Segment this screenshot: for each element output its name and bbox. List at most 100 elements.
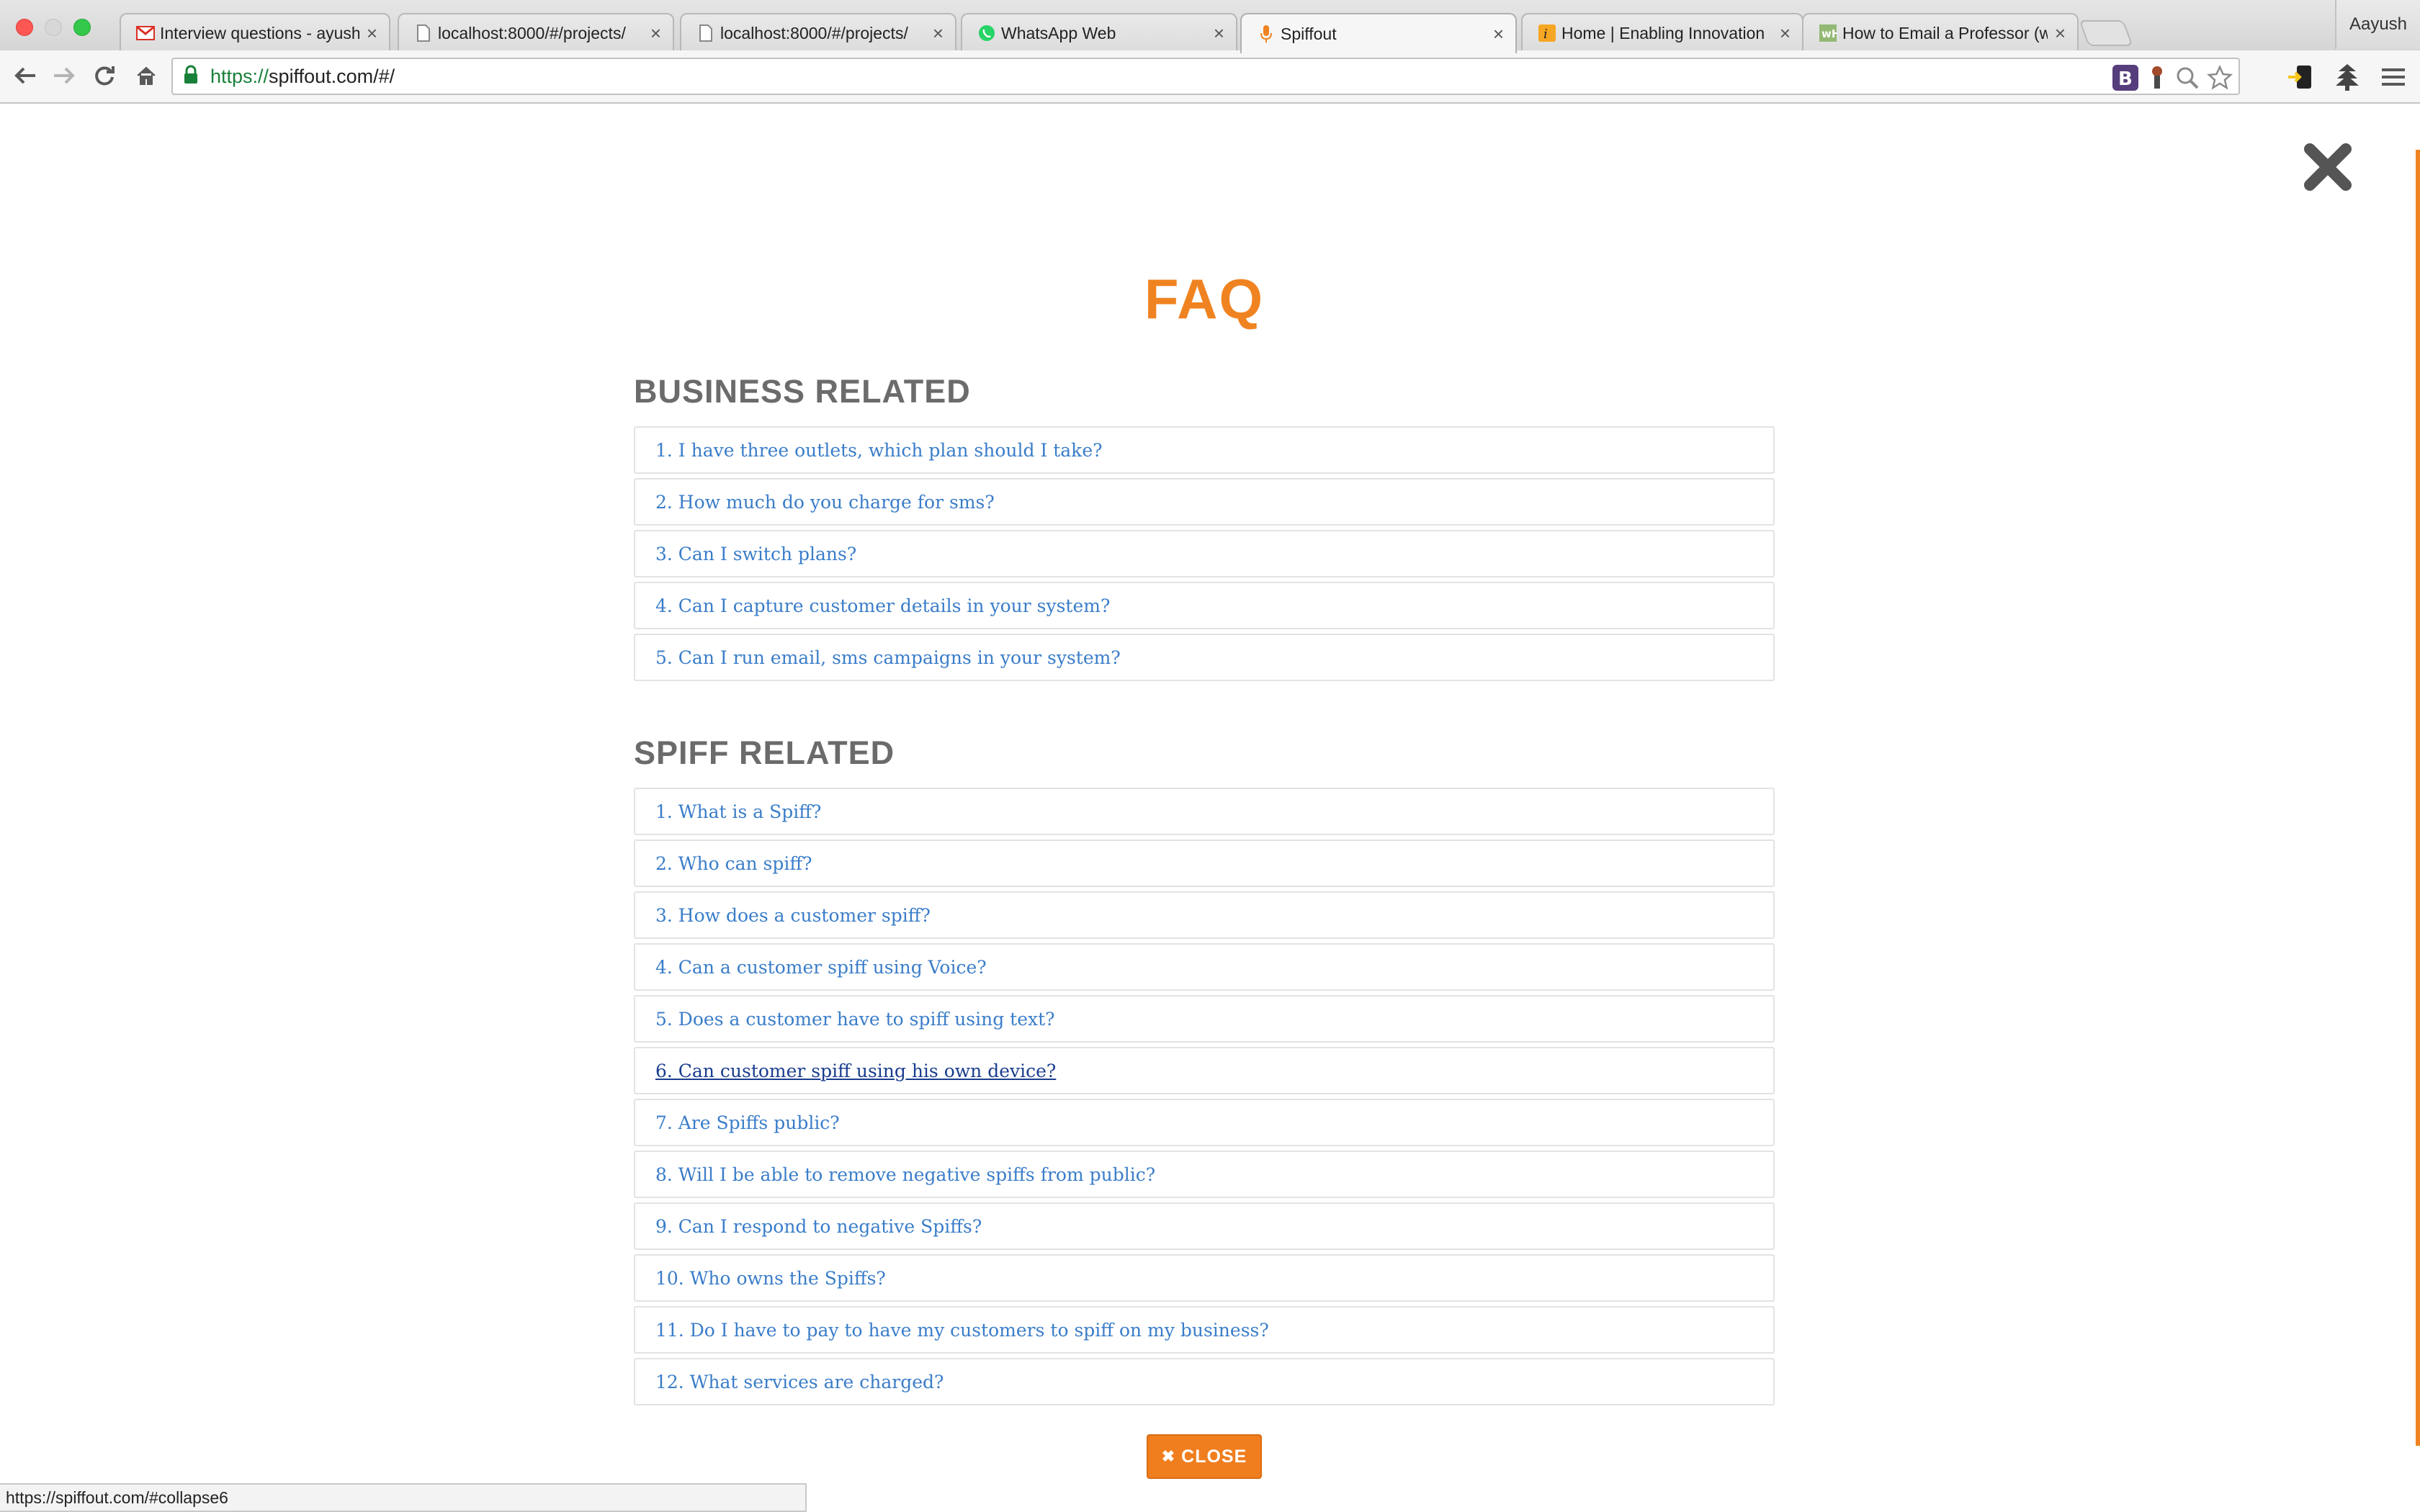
browser-tab-whatsapp[interactable]: WhatsApp Web × xyxy=(961,13,1237,52)
faq-question-link[interactable]: 1. What is a Spiff? xyxy=(655,801,821,822)
svg-text:wH: wH xyxy=(1821,27,1837,40)
bookmark-star-icon[interactable] xyxy=(2206,64,2233,94)
close-button[interactable]: ✖ CLOSE xyxy=(1147,1434,1262,1479)
faq-item[interactable]: 5. Can I run email, sms campaigns in you… xyxy=(634,634,1775,681)
tab-title: localhost:8000/#/projects/ xyxy=(720,23,908,42)
page-icon xyxy=(696,23,716,43)
tab-title: Home | Enabling Innovation xyxy=(1561,23,1765,42)
faq-item[interactable]: 2. How much do you charge for sms? xyxy=(634,478,1775,526)
tab-close-icon[interactable]: × xyxy=(2055,24,2066,42)
browser-tab-innovation[interactable]: i Home | Enabling Innovation × xyxy=(1521,13,1803,52)
zoom-icon[interactable] xyxy=(2175,66,2200,94)
key-extension-icon[interactable] xyxy=(2283,59,2319,95)
business-section-heading: BUSINESS RELATED xyxy=(634,373,971,410)
faq-question-link[interactable]: 3. How does a customer spiff? xyxy=(655,905,931,926)
home-icon xyxy=(137,66,156,85)
faq-item[interactable]: 12. What services are charged? xyxy=(634,1358,1775,1405)
faq-question-link[interactable]: 10. Who owns the Spiffs? xyxy=(655,1268,886,1289)
browser-tab-wikihow[interactable]: wH How to Email a Professor (w × xyxy=(1802,13,2079,52)
innovation-icon: i xyxy=(1537,23,1557,43)
tab-title: Interview questions - ayush xyxy=(160,23,359,42)
menu-hamburger-icon[interactable] xyxy=(2375,59,2411,95)
address-bar[interactable]: https://spiffout.com/#/ B xyxy=(171,58,2240,95)
tab-close-icon[interactable]: × xyxy=(1780,24,1791,42)
faq-item[interactable]: 3. Can I switch plans? xyxy=(634,530,1775,577)
tab-close-icon[interactable]: × xyxy=(650,24,661,42)
faq-question-link[interactable]: 7. Are Spiffs public? xyxy=(655,1112,840,1133)
browser-toolbar: https://spiffout.com/#/ B xyxy=(0,50,2420,104)
faq-item[interactable]: 1. I have three outlets, which plan shou… xyxy=(634,426,1775,474)
tab-title: How to Email a Professor (w xyxy=(1842,23,2048,42)
new-tab-button[interactable] xyxy=(2079,20,2133,46)
back-arrow-icon xyxy=(14,67,35,84)
faq-item[interactable]: 2. Who can spiff? xyxy=(634,840,1775,887)
faq-question-link[interactable]: 5. Can I run email, sms campaigns in you… xyxy=(655,647,1121,668)
reload-icon xyxy=(95,66,115,86)
window-zoom-button[interactable] xyxy=(73,19,91,36)
svg-text:i: i xyxy=(1543,27,1548,42)
faq-item[interactable]: 10. Who owns the Spiffs? xyxy=(634,1254,1775,1302)
tree-extension-icon[interactable] xyxy=(2329,59,2365,95)
modal-close-icon[interactable] xyxy=(2300,140,2355,194)
faq-item[interactable]: 11. Do I have to pay to have my customer… xyxy=(634,1306,1775,1354)
bootstrap-extension-icon[interactable]: B xyxy=(2112,64,2139,95)
url-text: https://spiffout.com/#/ xyxy=(210,65,395,87)
spiffout-icon xyxy=(1256,24,1276,44)
page-icon xyxy=(413,23,434,43)
faq-item[interactable]: 3. How does a customer spiff? xyxy=(634,891,1775,939)
faq-question-link[interactable]: 11. Do I have to pay to have my customer… xyxy=(655,1320,1269,1341)
tab-title: WhatsApp Web xyxy=(1001,23,1116,42)
page-scrollbar[interactable] xyxy=(2416,150,2420,1446)
faq-item[interactable]: 1. What is a Spiff? xyxy=(634,788,1775,835)
faq-item[interactable]: 8. Will I be able to remove negative spi… xyxy=(634,1151,1775,1198)
faq-question-link[interactable]: 3. Can I switch plans? xyxy=(655,544,856,564)
home-button[interactable] xyxy=(128,58,164,94)
gmail-icon xyxy=(135,23,156,43)
tab-close-icon[interactable]: × xyxy=(1214,24,1224,42)
window-minimize-button[interactable] xyxy=(45,19,62,36)
browser-tab-spiffout[interactable]: Spiffout × xyxy=(1240,13,1517,53)
faq-question-link[interactable]: 5. Does a customer have to spiff using t… xyxy=(655,1009,1055,1030)
faq-item[interactable]: 4. Can I capture customer details in you… xyxy=(634,582,1775,629)
faq-item[interactable]: 6. Can customer spiff using his own devi… xyxy=(634,1047,1775,1094)
faq-question-link[interactable]: 2. Who can spiff? xyxy=(655,853,812,874)
faq-question-link[interactable]: 1. I have three outlets, which plan shou… xyxy=(655,440,1103,461)
reload-button[interactable] xyxy=(86,58,122,94)
profile-button[interactable]: Aayush xyxy=(2335,0,2420,49)
browser-tab-localhost-1[interactable]: localhost:8000/#/projects/ × xyxy=(398,13,674,52)
browser-tab-localhost-2[interactable]: localhost:8000/#/projects/ × xyxy=(680,13,956,52)
faq-question-link[interactable]: 9. Can I respond to negative Spiffs? xyxy=(655,1216,982,1237)
faq-question-link[interactable]: 4. Can I capture customer details in you… xyxy=(655,595,1110,616)
whatsapp-icon xyxy=(977,23,997,43)
faq-item[interactable]: 5. Does a customer have to spiff using t… xyxy=(634,995,1775,1043)
tab-close-icon[interactable]: × xyxy=(367,24,377,42)
business-faq-list: 1. I have three outlets, which plan shou… xyxy=(634,426,1775,685)
forward-button[interactable] xyxy=(46,58,82,94)
faq-item[interactable]: 4. Can a customer spiff using Voice? xyxy=(634,943,1775,991)
forward-arrow-icon xyxy=(54,67,75,84)
faq-question-link[interactable]: 2. How much do you charge for sms? xyxy=(655,492,995,513)
window-close-button[interactable] xyxy=(16,19,33,36)
faq-question-link[interactable]: 8. Will I be able to remove negative spi… xyxy=(655,1164,1155,1185)
faq-item[interactable]: 9. Can I respond to negative Spiffs? xyxy=(634,1202,1775,1250)
close-x-icon: ✖ xyxy=(1161,1447,1176,1465)
faq-question-link[interactable]: 4. Can a customer spiff using Voice? xyxy=(655,957,987,978)
tab-close-icon[interactable]: × xyxy=(933,24,944,42)
status-bar: https://spiffout.com/#collapse6 xyxy=(0,1483,807,1512)
faq-item[interactable]: 7. Are Spiffs public? xyxy=(634,1099,1775,1146)
close-button-label: CLOSE xyxy=(1181,1446,1247,1467)
faq-modal: FAQ BUSINESS RELATED 1. I have three out… xyxy=(0,105,2420,1512)
tab-title: Spiffout xyxy=(1281,24,1337,43)
tab-close-icon[interactable]: × xyxy=(1493,24,1504,43)
spiff-section-heading: SPIFF RELATED xyxy=(634,734,895,771)
back-button[interactable] xyxy=(7,58,43,94)
browser-tab-strip: Interview questions - ayush × localhost:… xyxy=(0,0,2420,53)
spiff-faq-list: 1. What is a Spiff? 2. Who can spiff? 3.… xyxy=(634,788,1775,1410)
extension-icon[interactable] xyxy=(2146,64,2168,95)
faq-question-link-hovered[interactable]: 6. Can customer spiff using his own devi… xyxy=(655,1061,1056,1081)
page-title: FAQ xyxy=(1144,267,1265,330)
tab-title: localhost:8000/#/projects/ xyxy=(438,23,626,42)
faq-question-link[interactable]: 12. What services are charged? xyxy=(655,1372,944,1392)
wikihow-icon: wH xyxy=(1818,23,1838,43)
browser-tab-gmail[interactable]: Interview questions - ayush × xyxy=(120,13,390,52)
